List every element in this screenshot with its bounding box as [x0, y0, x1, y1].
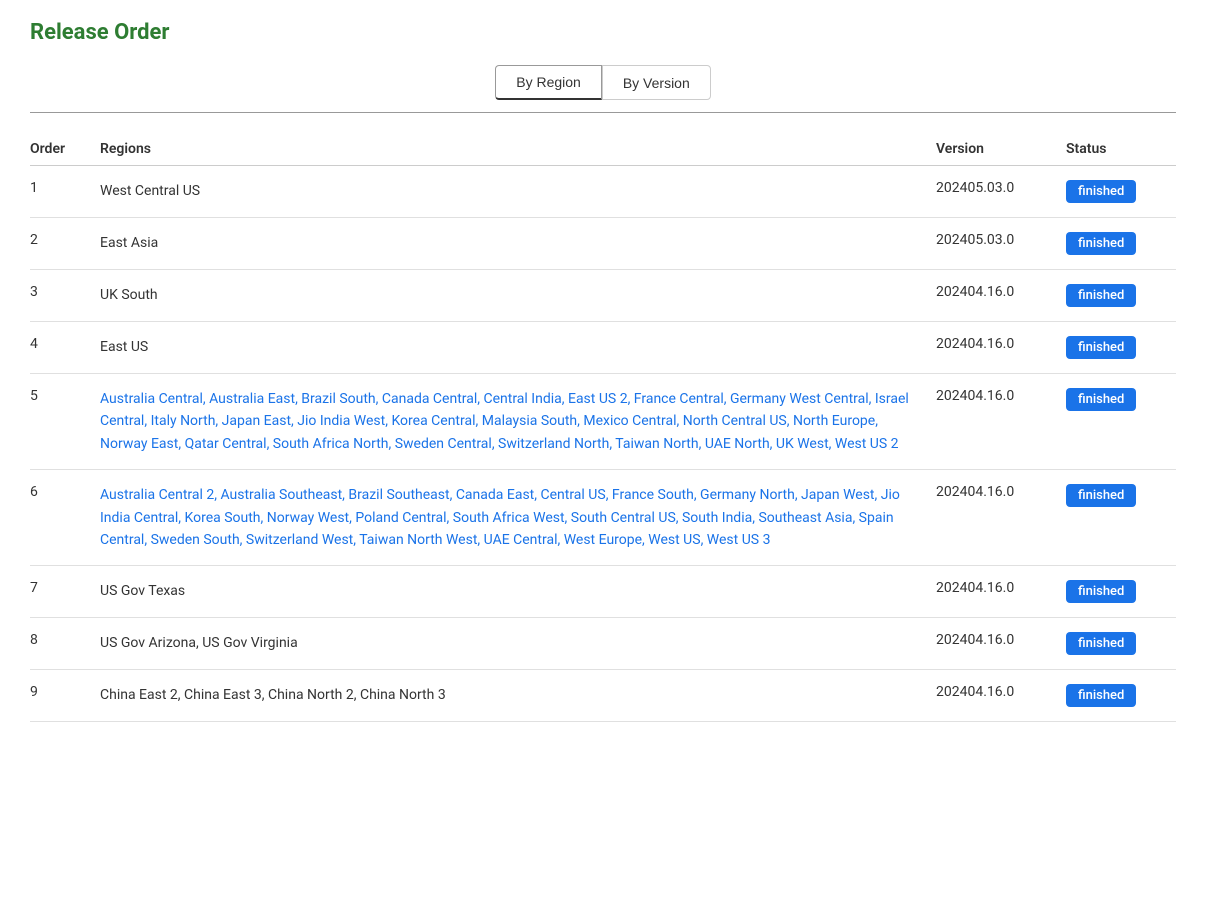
cell-version: 202405.03.0	[936, 166, 1066, 218]
cell-regions: US Gov Arizona, US Gov Virginia	[100, 618, 936, 670]
cell-status: finished	[1066, 322, 1176, 374]
table-row: 9China East 2, China East 3, China North…	[30, 670, 1176, 722]
cell-regions: Australia Central 2, Australia Southeast…	[100, 470, 936, 566]
page-title: Release Order	[30, 20, 1176, 45]
table-row: 3UK South202404.16.0finished	[30, 270, 1176, 322]
table-header-row: Order Regions Version Status	[30, 133, 1176, 166]
cell-status: finished	[1066, 218, 1176, 270]
cell-version: 202404.16.0	[936, 270, 1066, 322]
cell-version: 202404.16.0	[936, 322, 1066, 374]
cell-regions: East Asia	[100, 218, 936, 270]
table-row: 5Australia Central, Australia East, Braz…	[30, 374, 1176, 470]
table-row: 4East US202404.16.0finished	[30, 322, 1176, 374]
cell-regions: East US	[100, 322, 936, 374]
cell-version: 202404.16.0	[936, 470, 1066, 566]
col-regions: Regions	[100, 133, 936, 166]
cell-regions: US Gov Texas	[100, 566, 936, 618]
cell-order: 7	[30, 566, 100, 618]
cell-version: 202404.16.0	[936, 374, 1066, 470]
cell-version: 202404.16.0	[936, 618, 1066, 670]
cell-status: finished	[1066, 374, 1176, 470]
cell-order: 2	[30, 218, 100, 270]
divider	[30, 112, 1176, 113]
tab-by-region[interactable]: By Region	[495, 65, 602, 100]
tab-by-version[interactable]: By Version	[602, 65, 711, 100]
table-row: 1West Central US202405.03.0finished	[30, 166, 1176, 218]
status-badge: finished	[1066, 180, 1136, 203]
col-status: Status	[1066, 133, 1176, 166]
cell-version: 202404.16.0	[936, 670, 1066, 722]
status-badge: finished	[1066, 632, 1136, 655]
status-badge: finished	[1066, 484, 1136, 507]
status-badge: finished	[1066, 336, 1136, 359]
cell-regions: Australia Central, Australia East, Brazi…	[100, 374, 936, 470]
status-badge: finished	[1066, 284, 1136, 307]
status-badge: finished	[1066, 580, 1136, 603]
cell-version: 202405.03.0	[936, 218, 1066, 270]
col-version: Version	[936, 133, 1066, 166]
cell-order: 1	[30, 166, 100, 218]
table-row: 7US Gov Texas202404.16.0finished	[30, 566, 1176, 618]
status-badge: finished	[1066, 684, 1136, 707]
cell-status: finished	[1066, 618, 1176, 670]
cell-regions: UK South	[100, 270, 936, 322]
cell-status: finished	[1066, 670, 1176, 722]
table-row: 6Australia Central 2, Australia Southeas…	[30, 470, 1176, 566]
cell-regions: West Central US	[100, 166, 936, 218]
status-badge: finished	[1066, 388, 1136, 411]
release-order-table: Order Regions Version Status 1West Centr…	[30, 133, 1176, 722]
status-badge: finished	[1066, 232, 1136, 255]
cell-order: 4	[30, 322, 100, 374]
cell-regions: China East 2, China East 3, China North …	[100, 670, 936, 722]
cell-order: 8	[30, 618, 100, 670]
cell-status: finished	[1066, 166, 1176, 218]
tabs-container: By Region By Version	[30, 65, 1176, 100]
cell-order: 3	[30, 270, 100, 322]
cell-status: finished	[1066, 270, 1176, 322]
table-row: 2East Asia202405.03.0finished	[30, 218, 1176, 270]
cell-status: finished	[1066, 470, 1176, 566]
table-row: 8US Gov Arizona, US Gov Virginia202404.1…	[30, 618, 1176, 670]
cell-status: finished	[1066, 566, 1176, 618]
cell-order: 9	[30, 670, 100, 722]
cell-order: 6	[30, 470, 100, 566]
cell-version: 202404.16.0	[936, 566, 1066, 618]
col-order: Order	[30, 133, 100, 166]
cell-order: 5	[30, 374, 100, 470]
